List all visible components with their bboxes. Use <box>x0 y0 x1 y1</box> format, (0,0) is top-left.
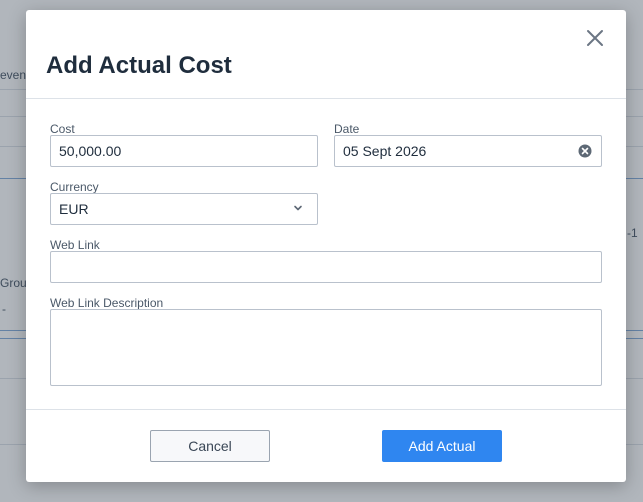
currency-label: Currency <box>50 180 99 194</box>
clear-icon[interactable] <box>578 144 592 158</box>
date-label: Date <box>334 122 360 136</box>
date-value: 05 Sept 2026 <box>343 143 427 159</box>
cancel-button[interactable]: Cancel <box>150 430 270 462</box>
web-link-label: Web Link <box>50 238 100 252</box>
web-link-description-textarea[interactable] <box>50 309 602 386</box>
dialog-footer: Cancel Add Actual <box>26 409 626 483</box>
cost-label: Cost <box>50 122 75 136</box>
currency-select[interactable]: EUR <box>50 193 318 225</box>
web-link-input[interactable] <box>50 251 602 283</box>
dialog-title: Add Actual Cost <box>46 52 232 79</box>
date-picker[interactable]: 05 Sept 2026 <box>334 135 602 167</box>
add-actual-button[interactable]: Add Actual <box>382 430 502 462</box>
add-actual-cost-dialog: Add Actual Cost Cost Date 05 Sept 2026 C… <box>26 10 626 482</box>
chevron-down-icon <box>294 205 302 211</box>
dialog-header: Add Actual Cost <box>26 10 626 99</box>
close-icon <box>587 30 603 46</box>
cost-input[interactable] <box>50 135 318 167</box>
currency-value: EUR <box>59 201 89 217</box>
web-link-description-label: Web Link Description <box>50 296 164 310</box>
close-button[interactable] <box>581 24 609 52</box>
